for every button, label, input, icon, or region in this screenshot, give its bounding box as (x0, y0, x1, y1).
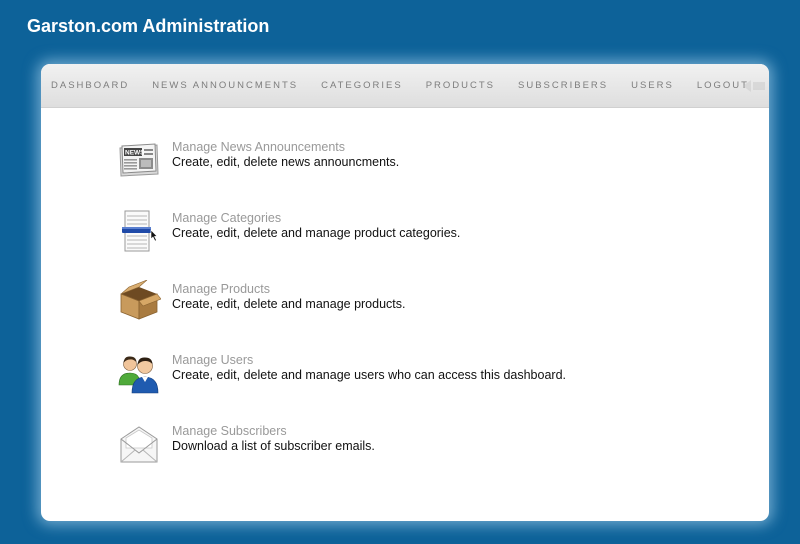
manage-products-link[interactable]: Manage Products (172, 282, 405, 297)
nav-subscribers[interactable]: SUBSCRIBERS (518, 80, 608, 91)
list-icon[interactable] (117, 209, 161, 253)
site-title: Garston.com Administration (27, 16, 270, 36)
manage-categories-description: Create, edit, delete and manage product … (172, 226, 461, 240)
manage-products-description: Create, edit, delete and manage products… (172, 297, 406, 311)
svg-text:NEWS: NEWS (125, 150, 145, 157)
nav-products[interactable]: PRODUCTS (426, 80, 495, 91)
main-nav: DASHBOARD NEWS ANNOUNCMENTS CATEGORIES P… (41, 64, 769, 108)
manage-news-link[interactable]: Manage News Announcements (172, 140, 399, 155)
manage-subscribers-description: Download a list of subscriber emails. (172, 439, 375, 453)
nav-dashboard[interactable]: DASHBOARD (51, 80, 129, 91)
manage-subscribers-link[interactable]: Manage Subscribers (172, 424, 375, 439)
decorative-corner-icon (743, 80, 765, 92)
envelope-icon[interactable] (117, 422, 161, 466)
nav-categories[interactable]: CATEGORIES (321, 80, 403, 91)
manage-news-description: Create, edit, delete news announcments. (172, 155, 400, 169)
users-icon[interactable] (117, 351, 161, 395)
box-icon[interactable] (117, 280, 161, 324)
manage-categories-link[interactable]: Manage Categories (172, 211, 460, 226)
nav-news-announcements[interactable]: NEWS ANNOUNCMENTS (152, 80, 298, 91)
manage-users-link[interactable]: Manage Users (172, 353, 566, 368)
manage-users-description: Create, edit, delete and manage users wh… (172, 368, 566, 382)
admin-panel: DASHBOARD NEWS ANNOUNCMENTS CATEGORIES P… (41, 64, 769, 521)
newspaper-icon[interactable]: NEWS (117, 138, 161, 182)
nav-users[interactable]: USERS (631, 80, 674, 91)
